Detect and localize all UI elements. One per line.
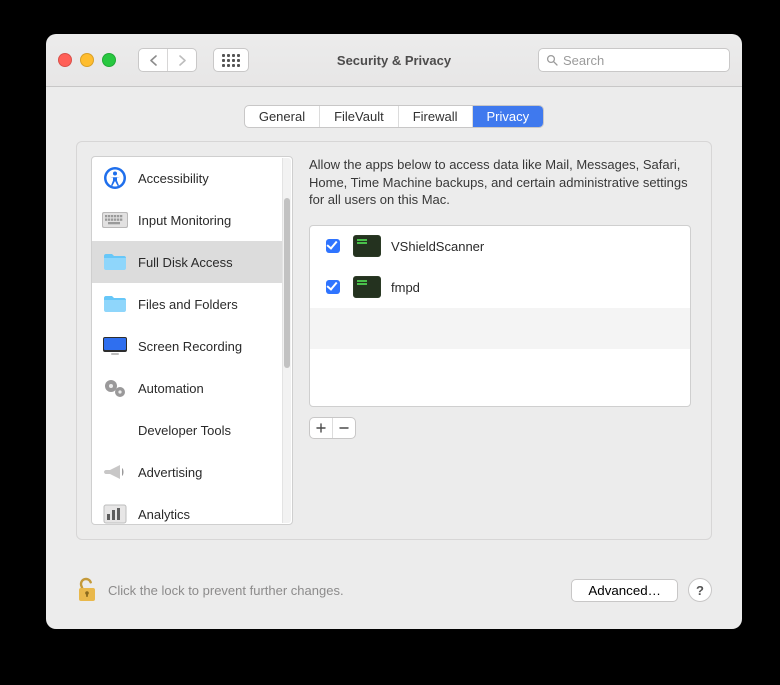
app-row-empty <box>310 308 690 349</box>
chart-icon <box>102 503 128 524</box>
folder-icon <box>102 293 128 315</box>
search-icon <box>546 54 558 66</box>
footer-bar: Click the lock to prevent further change… <box>76 570 712 610</box>
sidebar-scrollbar[interactable] <box>282 158 291 523</box>
display-icon <box>102 335 128 357</box>
tab-privacy[interactable]: Privacy <box>473 106 544 127</box>
sidebar-item-label: Full Disk Access <box>138 255 233 270</box>
terminal-icon <box>353 276 381 298</box>
sidebar-item-label: Screen Recording <box>138 339 242 354</box>
sidebar-item-input-monitoring[interactable]: Input Monitoring <box>92 199 283 241</box>
category-sidebar: Accessibility Input Monitoring Full Disk… <box>91 156 293 525</box>
tab-bar: General FileVault Firewall Privacy <box>46 87 742 128</box>
detail-pane: Allow the apps below to access data like… <box>309 156 691 525</box>
app-name: fmpd <box>391 280 420 295</box>
search-field[interactable]: Search <box>538 48 730 72</box>
titlebar: Security & Privacy Search <box>46 34 742 87</box>
sidebar-item-label: Input Monitoring <box>138 213 231 228</box>
sidebar-item-label: Developer Tools <box>138 423 231 438</box>
sidebar-item-screen-recording[interactable]: Screen Recording <box>92 325 283 367</box>
window-controls <box>58 53 116 67</box>
close-button[interactable] <box>58 53 72 67</box>
add-button[interactable] <box>310 418 333 438</box>
tab-filevault[interactable]: FileVault <box>320 106 399 127</box>
zoom-button[interactable] <box>102 53 116 67</box>
tab-general[interactable]: General <box>245 106 320 127</box>
keyboard-icon <box>102 209 128 231</box>
window-body: General FileVault Firewall Privacy Acces… <box>46 87 742 629</box>
nav-back-forward <box>138 48 197 72</box>
search-placeholder: Search <box>563 53 604 68</box>
sidebar-item-automation[interactable]: Automation <box>92 367 283 409</box>
app-row[interactable]: fmpd <box>310 267 690 308</box>
app-checkbox[interactable] <box>326 239 340 253</box>
remove-button[interactable] <box>333 418 355 438</box>
privacy-panel: Accessibility Input Monitoring Full Disk… <box>76 141 712 540</box>
app-row-empty <box>310 349 690 390</box>
folder-icon <box>102 251 128 273</box>
add-remove-buttons <box>309 417 356 439</box>
scrollbar-thumb[interactable] <box>284 198 290 368</box>
app-name: VShieldScanner <box>391 239 484 254</box>
sidebar-item-label: Accessibility <box>138 171 209 186</box>
help-button[interactable]: ? <box>688 578 712 602</box>
lock-text: Click the lock to prevent further change… <box>108 583 344 598</box>
sidebar-item-label: Analytics <box>138 507 190 522</box>
sidebar-item-full-disk-access[interactable]: Full Disk Access <box>92 241 283 283</box>
advanced-button[interactable]: Advanced… <box>571 579 678 602</box>
show-all-button[interactable] <box>213 48 249 72</box>
forward-button[interactable] <box>168 49 196 71</box>
terminal-icon <box>353 235 381 257</box>
app-list: VShieldScanner fmpd <box>309 225 691 407</box>
megaphone-icon <box>102 461 128 483</box>
tab-firewall[interactable]: Firewall <box>399 106 473 127</box>
lock-icon[interactable] <box>76 576 98 604</box>
sidebar-item-developer-tools[interactable]: Developer Tools <box>92 409 283 451</box>
sidebar-item-advertising[interactable]: Advertising <box>92 451 283 493</box>
app-checkbox[interactable] <box>326 280 340 294</box>
blank-icon <box>102 419 128 441</box>
sidebar-item-accessibility[interactable]: Accessibility <box>92 157 283 199</box>
sidebar-item-files-and-folders[interactable]: Files and Folders <box>92 283 283 325</box>
back-button[interactable] <box>139 49 168 71</box>
gears-icon <box>102 377 128 399</box>
accessibility-icon <box>102 167 128 189</box>
sidebar-item-label: Automation <box>138 381 204 396</box>
detail-description: Allow the apps below to access data like… <box>309 156 691 209</box>
sidebar-item-label: Files and Folders <box>138 297 238 312</box>
app-row[interactable]: VShieldScanner <box>310 226 690 267</box>
sidebar-item-label: Advertising <box>138 465 202 480</box>
sidebar-item-analytics[interactable]: Analytics <box>92 493 283 524</box>
minimize-button[interactable] <box>80 53 94 67</box>
preferences-window: Security & Privacy Search General FileVa… <box>46 34 742 629</box>
